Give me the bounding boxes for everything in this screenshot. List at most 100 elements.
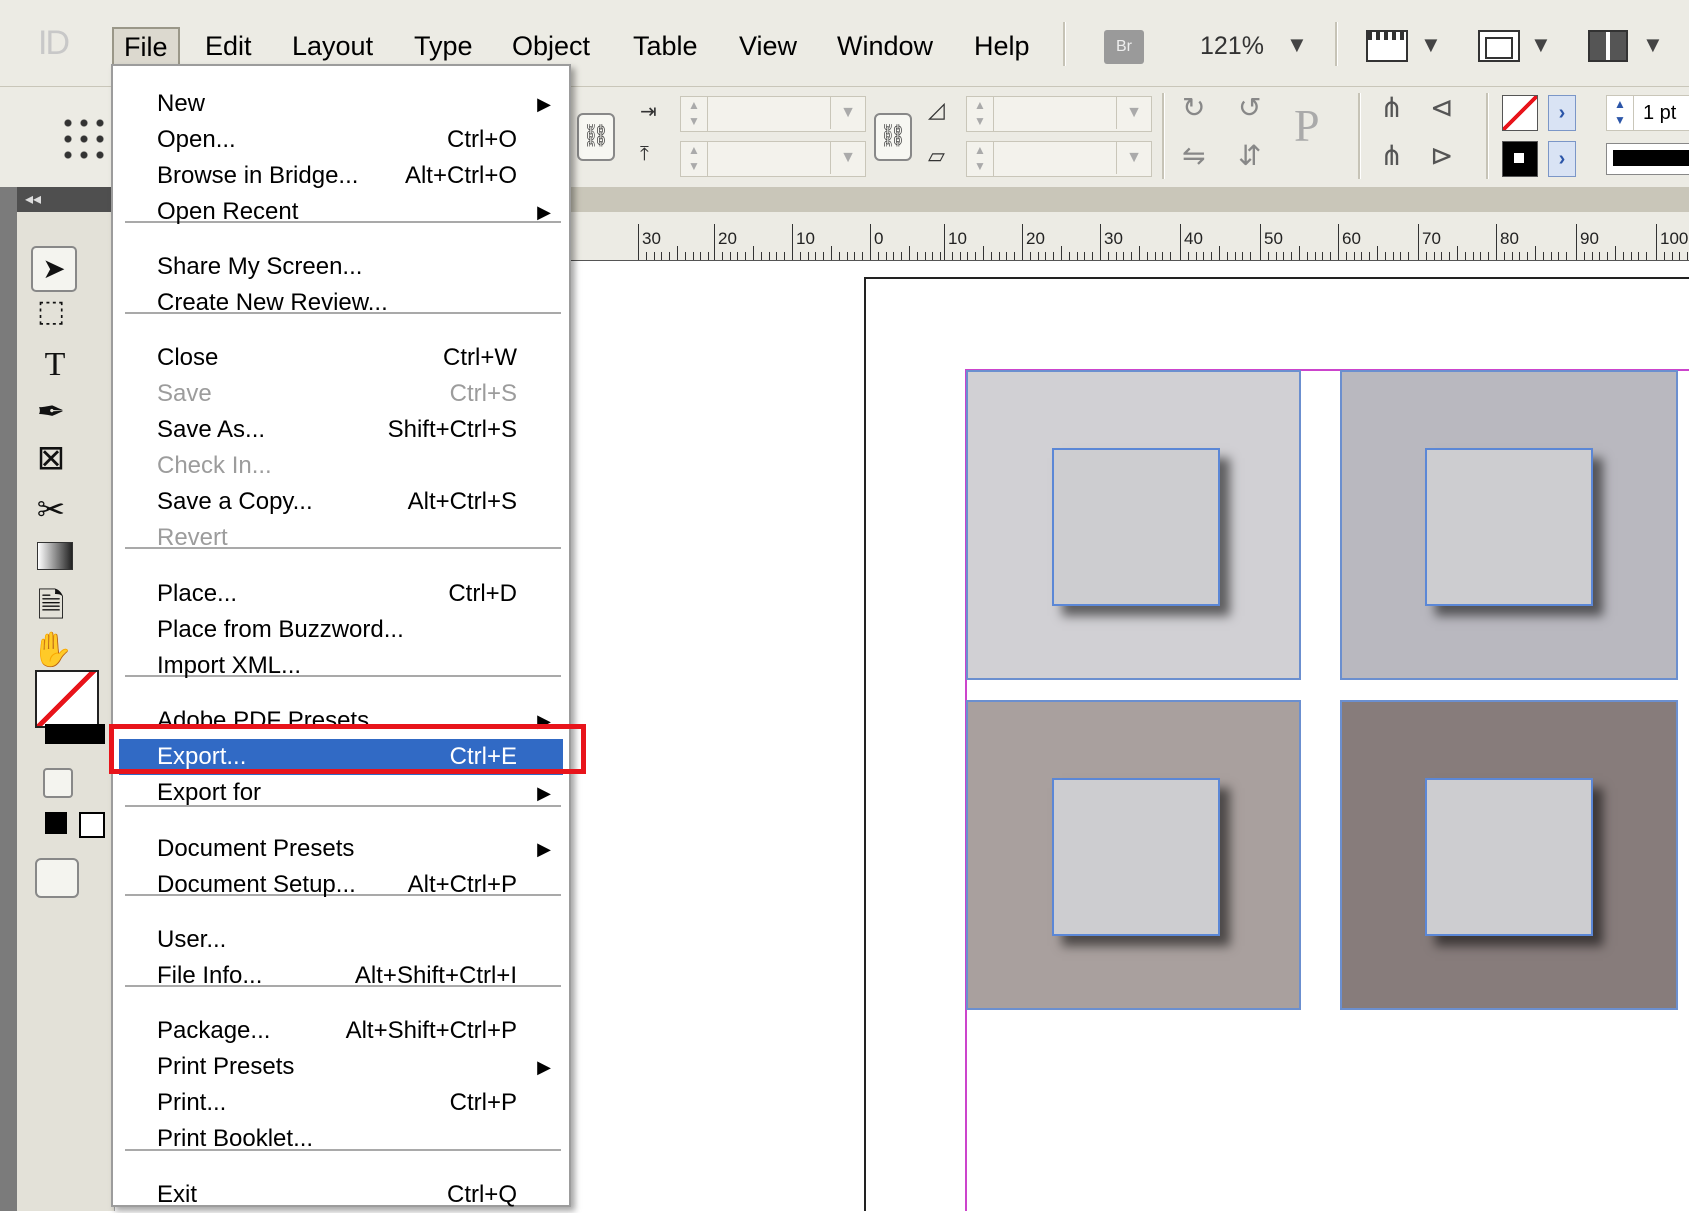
fill-menu-arrow-icon[interactable]: › bbox=[1548, 95, 1576, 131]
stroke-menu-arrow-icon[interactable]: › bbox=[1548, 141, 1576, 177]
select-next-icon[interactable]: ⊳ bbox=[1430, 139, 1453, 172]
menu-item-share-my-screen[interactable]: Share My Screen... bbox=[119, 249, 563, 285]
scale-y-field[interactable]: ▲ ▼ ▼ bbox=[680, 141, 866, 177]
gradient-tool-icon[interactable] bbox=[37, 542, 73, 570]
select-previous-icon[interactable]: ⊲ bbox=[1430, 91, 1453, 124]
pen-tool-icon[interactable]: ✒ bbox=[31, 392, 71, 432]
menu-item-create-new-review[interactable]: Create New Review... bbox=[119, 285, 563, 321]
menu-item-close[interactable]: Close Ctrl+W bbox=[119, 340, 563, 376]
menu-item-print-booklet[interactable]: Print Booklet... bbox=[119, 1121, 563, 1157]
menu-file[interactable]: File bbox=[112, 27, 180, 67]
tile-gray[interactable] bbox=[1340, 370, 1678, 680]
menu-item-exit[interactable]: Exit Ctrl+Q bbox=[119, 1177, 563, 1213]
inner-frame[interactable] bbox=[1425, 778, 1593, 936]
ruler-minor-tick bbox=[1583, 252, 1585, 260]
chevron-down-icon[interactable]: ▼ bbox=[1116, 142, 1151, 174]
menu-item-open[interactable]: Open... Ctrl+O bbox=[119, 122, 563, 158]
chevron-down-icon[interactable]: ▼ bbox=[1116, 97, 1151, 129]
scissors-tool-icon[interactable]: ✂ bbox=[31, 490, 71, 530]
menu-item-place[interactable]: Place... Ctrl+D bbox=[119, 576, 563, 612]
menu-item-new[interactable]: New ▶ bbox=[119, 86, 563, 122]
menu-item-package[interactable]: Package... Alt+Shift+Ctrl+P bbox=[119, 1013, 563, 1049]
menu-item-open-recent[interactable]: Open Recent ▶ bbox=[119, 194, 563, 230]
tile-warm-gray[interactable] bbox=[966, 700, 1301, 1010]
stroke-weight-field[interactable]: ▲ ▼ 1 pt bbox=[1606, 95, 1689, 131]
spin-arrows-icon[interactable]: ▲ ▼ bbox=[1607, 96, 1634, 130]
menu-item-export-for[interactable]: Export for ▶ bbox=[119, 775, 563, 811]
menu-edit[interactable]: Edit bbox=[195, 26, 262, 66]
ruler-minor-tick bbox=[1211, 252, 1213, 260]
menu-table[interactable]: Table bbox=[623, 26, 708, 66]
flip-vertical-icon[interactable]: ⇵ bbox=[1238, 139, 1261, 172]
menu-object[interactable]: Object bbox=[502, 26, 600, 66]
scale-x-field[interactable]: ▲ ▼ ▼ bbox=[680, 96, 866, 132]
fill-swatch-none[interactable] bbox=[35, 670, 99, 728]
menu-item-save-as[interactable]: Save As... Shift+Ctrl+S bbox=[119, 412, 563, 448]
spin-arrows-icon[interactable]: ▲ ▼ bbox=[967, 142, 994, 176]
menu-view[interactable]: View bbox=[729, 26, 807, 66]
constrain-link-icon[interactable]: ⛓ bbox=[577, 113, 615, 161]
inner-frame[interactable] bbox=[1425, 448, 1593, 606]
formatting-container-icon[interactable] bbox=[43, 768, 73, 798]
hand-tool-icon[interactable]: ✋ bbox=[31, 630, 73, 670]
menu-window[interactable]: Window bbox=[827, 26, 943, 66]
menu-layout[interactable]: Layout bbox=[282, 26, 383, 66]
chevron-down-icon[interactable]: ▼ bbox=[1286, 32, 1308, 58]
reference-point-icon[interactable] bbox=[60, 115, 106, 161]
menu-item-label: Close bbox=[157, 344, 219, 371]
bridge-button[interactable]: Br bbox=[1104, 30, 1144, 64]
chevron-down-icon[interactable]: ▼ bbox=[1530, 32, 1552, 58]
inner-frame[interactable] bbox=[1052, 448, 1220, 606]
menu-item-import-xml[interactable]: Import XML... bbox=[119, 648, 563, 684]
menu-item-file-info[interactable]: File Info... Alt+Shift+Ctrl+I bbox=[119, 958, 563, 994]
rotate-ccw-icon[interactable]: ↺ bbox=[1238, 91, 1261, 124]
rectangle-frame-tool-icon[interactable]: ⊠ bbox=[31, 438, 71, 478]
inner-frame[interactable] bbox=[1052, 778, 1220, 936]
tile-light-gray[interactable] bbox=[966, 370, 1301, 680]
ruler-minor-tick bbox=[1123, 252, 1125, 260]
apply-color-icon[interactable] bbox=[45, 812, 67, 834]
rotate-cw-icon[interactable]: ↻ bbox=[1182, 91, 1205, 124]
screen-mode-icon[interactable] bbox=[1478, 30, 1520, 62]
shear-field[interactable]: ▲ ▼ ▼ bbox=[966, 141, 1152, 177]
zoom-level[interactable]: 121% bbox=[1200, 32, 1264, 61]
spin-arrows-icon[interactable]: ▲ ▼ bbox=[967, 97, 994, 131]
ruler-minor-tick bbox=[776, 252, 778, 260]
constrain-link-icon[interactable]: ⛓ bbox=[874, 113, 912, 161]
chevron-down-icon[interactable]: ▼ bbox=[830, 142, 865, 174]
apply-gradient-icon[interactable] bbox=[79, 812, 105, 838]
select-container-icon[interactable]: ⋔ bbox=[1380, 91, 1403, 124]
select-content-icon[interactable]: ⋔ bbox=[1380, 139, 1403, 172]
spin-arrows-icon[interactable]: ▲ ▼ bbox=[681, 142, 708, 176]
flip-horizontal-icon[interactable]: ⇋ bbox=[1182, 139, 1205, 172]
stroke-swatch[interactable] bbox=[45, 724, 105, 744]
menu-item-user[interactable]: User... bbox=[119, 922, 563, 958]
page-tool-icon[interactable]: ⬚ bbox=[31, 294, 71, 329]
selection-tool-icon[interactable]: ➤ bbox=[31, 246, 77, 292]
menu-item-label: Revert bbox=[157, 524, 228, 551]
menu-item-document-presets[interactable]: Document Presets ▶ bbox=[119, 831, 563, 867]
chevron-down-icon[interactable]: ▼ bbox=[1642, 32, 1664, 58]
type-tool-icon[interactable]: T bbox=[35, 346, 75, 384]
menu-item-save-a-copy[interactable]: Save a Copy... Alt+Ctrl+S bbox=[119, 484, 563, 520]
menu-item-document-setup[interactable]: Document Setup... Alt+Ctrl+P bbox=[119, 867, 563, 903]
stroke-black-swatch[interactable] bbox=[1502, 141, 1538, 177]
menu-help[interactable]: Help bbox=[964, 26, 1040, 66]
ruler-minor-tick bbox=[1377, 246, 1378, 260]
chevron-down-icon[interactable]: ▼ bbox=[830, 97, 865, 129]
menu-item-print-presets[interactable]: Print Presets ▶ bbox=[119, 1049, 563, 1085]
rotation-field[interactable]: ▲ ▼ ▼ bbox=[966, 96, 1152, 132]
view-options-icon[interactable] bbox=[1366, 30, 1408, 62]
tile-dark-taupe[interactable] bbox=[1340, 700, 1678, 1010]
spin-arrows-icon[interactable]: ▲ ▼ bbox=[681, 97, 708, 131]
chevron-down-icon[interactable]: ▼ bbox=[1420, 32, 1442, 58]
menu-item-browse-in-bridge[interactable]: Browse in Bridge... Alt+Ctrl+O bbox=[119, 158, 563, 194]
menu-type[interactable]: Type bbox=[404, 26, 483, 66]
stroke-type-field[interactable] bbox=[1606, 143, 1689, 175]
tools-panel-collapse[interactable]: ◂◂ bbox=[17, 187, 114, 212]
view-mode-icon[interactable] bbox=[35, 858, 79, 898]
menu-item-place-from-buzzword[interactable]: Place from Buzzword... bbox=[119, 612, 563, 648]
workspace-icon[interactable] bbox=[1588, 30, 1628, 62]
fill-none-swatch[interactable] bbox=[1502, 95, 1538, 131]
menu-item-print[interactable]: Print... Ctrl+P bbox=[119, 1085, 563, 1121]
